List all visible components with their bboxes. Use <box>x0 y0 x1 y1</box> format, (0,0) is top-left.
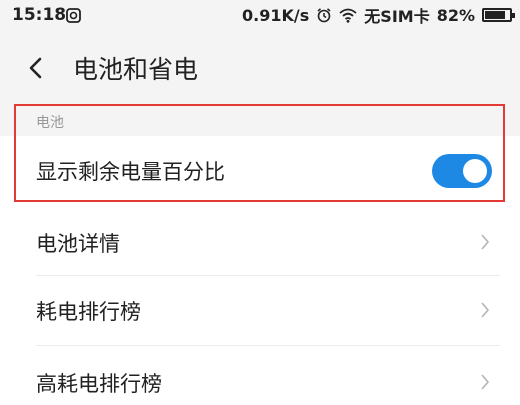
sim-status: 无SIM卡 <box>364 7 430 26</box>
chevron-right-icon <box>481 302 490 318</box>
back-arrow-icon[interactable] <box>26 56 46 80</box>
power-ranking-row[interactable]: 耗电排行榜 <box>0 276 520 346</box>
section-header: 电池 <box>0 106 520 136</box>
chevron-right-icon <box>481 374 490 390</box>
network-speed: 0.91K/s <box>242 5 310 25</box>
wifi-icon <box>339 8 357 23</box>
show-percentage-label: 显示剩余电量百分比 <box>36 160 225 184</box>
app-notification-icon <box>66 8 81 23</box>
show-percentage-toggle[interactable] <box>432 154 492 188</box>
page-title: 电池和省电 <box>73 55 199 84</box>
battery-details-row[interactable]: 电池详情 <box>0 206 520 276</box>
app-header: 电池和省电 <box>0 30 520 106</box>
battery-fill <box>485 11 505 19</box>
chevron-right-icon <box>481 234 490 250</box>
high-power-ranking-label: 高耗电排行榜 <box>36 372 162 396</box>
status-bar: 15:18 0.91K/s 无SIM卡 82% <box>0 0 520 30</box>
alarm-icon <box>317 8 331 23</box>
battery-details-label: 电池详情 <box>36 232 120 256</box>
high-power-ranking-row[interactable]: 高耗电排行榜 <box>0 346 520 405</box>
status-time: 15:18 <box>12 5 67 25</box>
power-ranking-label: 耗电排行榜 <box>36 300 141 324</box>
battery-icon <box>482 8 515 22</box>
show-percentage-row[interactable]: 显示剩余电量百分比 <box>0 136 520 206</box>
status-right-group: 0.91K/s 无SIM卡 82% <box>242 4 515 26</box>
toggle-knob <box>463 159 487 183</box>
section-label: 电池 <box>36 115 64 131</box>
battery-percent: 82% <box>436 5 475 25</box>
